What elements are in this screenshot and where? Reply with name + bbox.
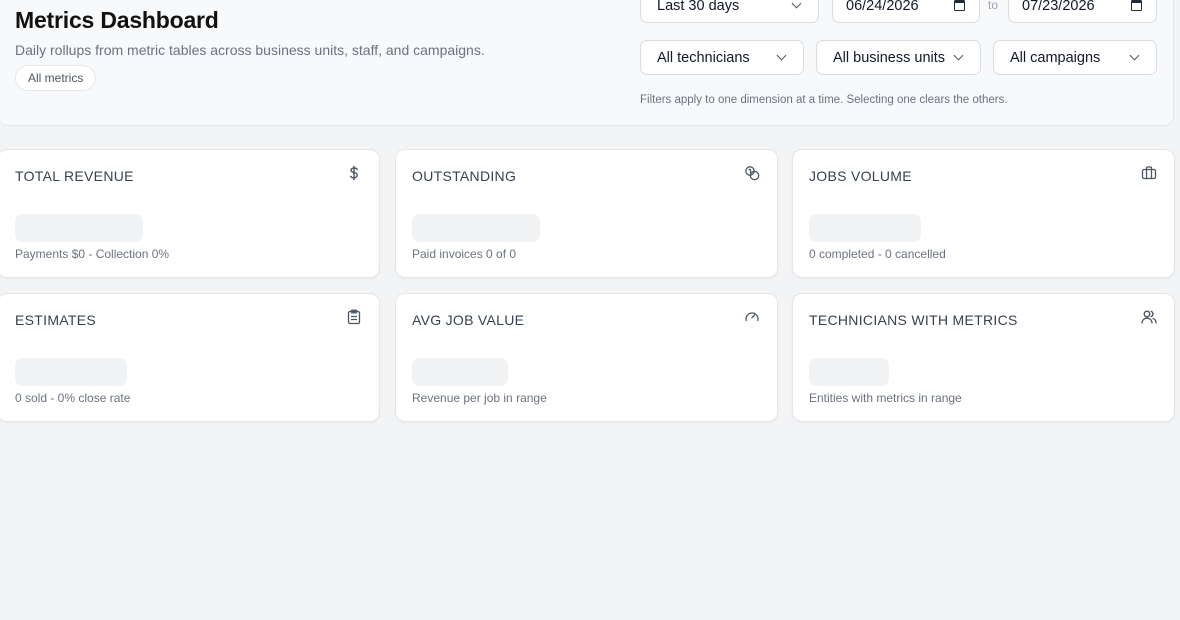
metric-card-subtext: 0 completed - 0 cancelled [809,247,946,261]
metric-card-title: ESTIMATES [15,312,97,328]
chevron-down-icon [791,0,802,9]
metric-card-subtext: 0 sold - 0% close rate [15,391,131,405]
metric-card-jobs-volume: JOBS VOLUME 0 completed - 0 cancelled [792,149,1175,278]
briefcase-icon [1141,165,1157,181]
coins-icon [744,165,760,181]
metric-card-estimates: ESTIMATES 0 sold - 0% close rate [0,293,380,422]
calendar-icon[interactable] [1131,0,1142,11]
metric-card-subtext: Paid invoices 0 of 0 [412,247,517,261]
chevron-down-icon [953,50,964,61]
metric-card-title: AVG JOB VALUE [412,312,525,328]
date-range-value: Last 30 days [657,0,740,14]
metric-card-title: OUTSTANDING [412,168,517,184]
campaigns-select[interactable]: All campaigns [993,40,1157,75]
page-subtitle: Daily rollups from metric tables across … [15,42,485,58]
metric-card-technicians-with-metrics: TECHNICIANS WITH METRICS Entities with m… [792,293,1175,422]
metric-card-subtext: Revenue per job in range [412,391,547,405]
metric-card-subtext: Payments $0 - Collection 0% [15,247,170,261]
business-units-select[interactable]: All business units [816,40,981,75]
chevron-down-icon [1129,50,1140,61]
value-skeleton [412,214,540,242]
technicians-value: All technicians [657,49,750,66]
filter-note: Filters apply to one dimension at a time… [640,94,1008,106]
metric-card-title: TOTAL REVENUE [15,168,134,184]
all-metrics-chip[interactable]: All metrics [15,65,97,91]
date-range-select[interactable]: Last 30 days [640,0,819,23]
date-from-value: 06/24/2026 [846,0,919,14]
metric-card-outstanding: OUTSTANDING Paid invoices 0 of 0 [395,149,778,278]
clipboard-icon [346,309,362,325]
value-skeleton [809,358,889,386]
page-title: Metrics Dashboard [15,7,219,33]
date-to-value: 07/23/2026 [1022,0,1095,14]
value-skeleton [15,214,143,242]
metric-card-subtext: Entities with metrics in range [809,391,962,405]
metric-card-total-revenue: TOTAL REVENUE Payments $0 - Collection 0… [0,149,380,278]
date-to-label: to [988,0,999,12]
metric-card-avg-job-value: AVG JOB VALUE Revenue per job in range [395,293,778,422]
metric-card-title: TECHNICIANS WITH METRICS [809,312,1018,328]
business-units-value: All business units [833,49,946,66]
value-skeleton [809,214,921,242]
technicians-select[interactable]: All technicians [640,40,804,75]
campaigns-value: All campaigns [1010,49,1101,66]
calendar-icon[interactable] [954,0,965,11]
value-skeleton [412,358,508,386]
gauge-icon [744,309,760,325]
value-skeleton [15,358,127,386]
dollar-icon [346,165,362,181]
date-from-input[interactable]: 06/24/2026 [832,0,980,23]
chevron-down-icon [776,50,787,61]
date-to-input[interactable]: 07/23/2026 [1008,0,1157,23]
users-icon [1141,309,1157,325]
metric-card-title: JOBS VOLUME [809,168,912,184]
